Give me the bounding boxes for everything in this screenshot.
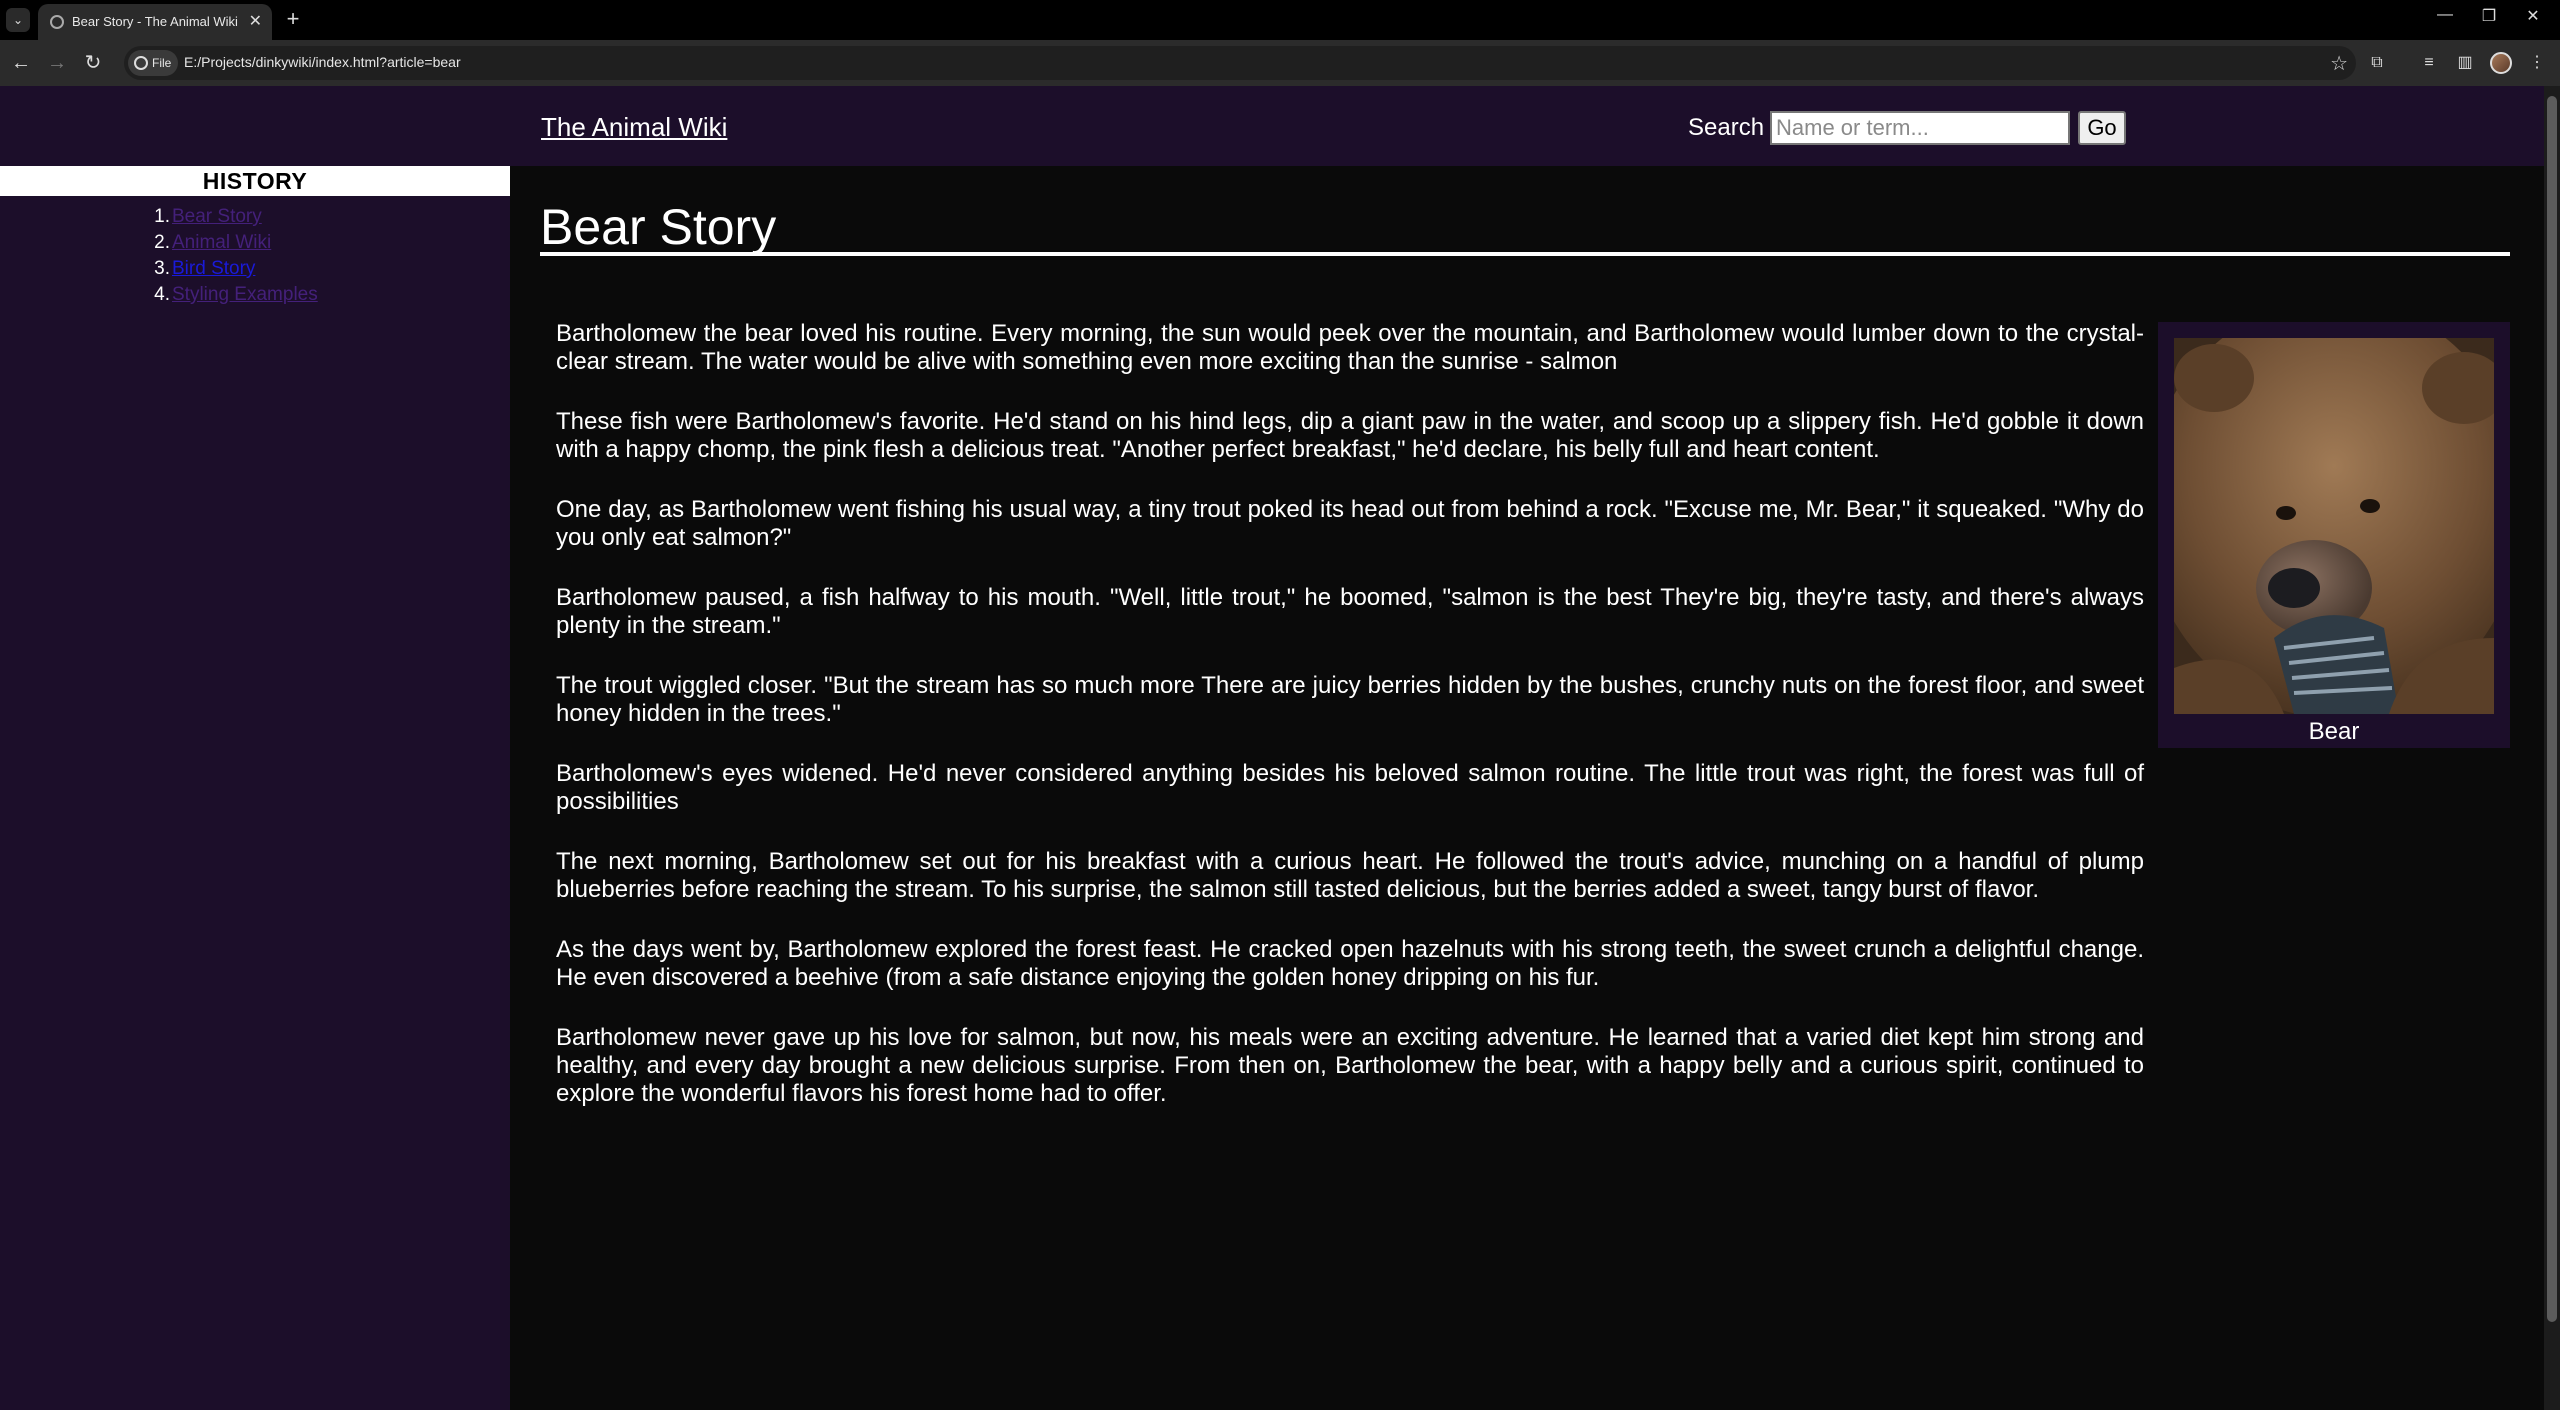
back-arrow-icon[interactable]: ← [8, 50, 34, 76]
article-figure: Bear [2158, 322, 2510, 748]
title-divider [540, 252, 2510, 256]
article-paragraph: These fish were Bartholomew's favorite. … [556, 408, 2144, 463]
url-text[interactable]: E:/Projects/dinkywiki/index.html?article… [184, 54, 461, 70]
article-paragraph: Bartholomew the bear loved his routine. … [556, 320, 2144, 375]
tab-title: Bear Story - The Animal Wiki [72, 14, 238, 29]
article-paragraph: Bartholomew never gave up his love for s… [556, 1024, 2144, 1107]
article-paragraph: Bartholomew's eyes widened. He'd never c… [556, 760, 2144, 815]
browser-tab-active[interactable]: Bear Story - The Animal Wiki ✕ [38, 4, 272, 40]
search-input[interactable] [1770, 111, 2070, 145]
globe-icon [50, 15, 64, 29]
tab-search-chevron-icon[interactable]: ⌄ [6, 8, 30, 32]
bookmark-star-icon[interactable]: ☆ [2330, 51, 2348, 76]
site-info-label: File [152, 56, 172, 70]
history-link-animal-wiki[interactable]: Animal Wiki [172, 232, 271, 253]
history-heading: HISTORY [0, 166, 510, 196]
info-icon [134, 56, 148, 70]
go-button[interactable]: Go [2078, 111, 2126, 145]
extensions-puzzle-icon[interactable]: ⧉ [2364, 50, 2390, 76]
history-item: 3. Bird Story [154, 258, 256, 279]
more-menu-icon[interactable]: ⋮ [2524, 50, 2550, 76]
tab-close-icon[interactable]: ✕ [249, 11, 262, 31]
history-item: 4. Styling Examples [154, 284, 318, 305]
article-body: Bartholomew the bear loved his routine. … [556, 320, 2144, 1140]
window-close-icon[interactable]: ✕ [2518, 6, 2548, 26]
restore-icon[interactable]: ❐ [2474, 6, 2504, 26]
figure-caption: Bear [2308, 718, 2360, 745]
reload-icon[interactable]: ↻ [80, 50, 106, 76]
site-title-link[interactable]: The Animal Wiki [541, 112, 727, 143]
media-queue-icon[interactable]: ≡ [2416, 50, 2442, 76]
browser-tab-strip: ⌄ Bear Story - The Animal Wiki ✕ + — ❐ ✕ [0, 0, 2560, 40]
page-scrollbar[interactable] [2544, 86, 2560, 1410]
article-paragraph: As the days went by, Bartholomew explore… [556, 936, 2144, 991]
article-paragraph: The trout wiggled closer. "But the strea… [556, 672, 2144, 727]
history-item: 1. Bear Story [154, 206, 262, 227]
history-link-bird-story[interactable]: Bird Story [172, 258, 255, 279]
bear-image [2174, 338, 2494, 714]
search-label: Search [1688, 114, 1765, 141]
history-link-styling-examples[interactable]: Styling Examples [172, 284, 318, 305]
minimize-icon[interactable]: — [2430, 6, 2460, 24]
article-paragraph: The next morning, Bartholomew set out fo… [556, 848, 2144, 903]
article-paragraph: One day, as Bartholomew went fishing his… [556, 496, 2144, 551]
scrollbar-thumb[interactable] [2547, 96, 2557, 1322]
forward-arrow-icon[interactable]: → [44, 50, 70, 76]
site-info-chip[interactable]: File [128, 50, 178, 76]
page-viewport: The Animal Wiki Search Go HISTORY 1.Bear… [0, 86, 2544, 1410]
address-bar[interactable]: File E:/Projects/dinkywiki/index.html?ar… [124, 46, 2356, 80]
new-tab-plus-icon[interactable]: + [280, 6, 306, 32]
profile-avatar-icon[interactable] [2490, 52, 2512, 74]
article-paragraph: Bartholomew paused, a fish halfway to hi… [556, 584, 2144, 639]
browser-toolbar: ← → ↻ File E:/Projects/dinkywiki/index.h… [0, 40, 2560, 86]
history-list: 1. Bear Story 2. Animal Wiki 3. Bird Story … [148, 206, 318, 310]
history-sidebar: HISTORY 1. Bear Story 2. Animal Wiki 3. Bir… [0, 166, 510, 1410]
article-title: Bear Story [540, 199, 777, 255]
history-link-bear-story[interactable]: Bear Story [172, 206, 262, 227]
site-header: The Animal Wiki Search Go [0, 86, 2544, 166]
history-item: 2. Animal Wiki [154, 232, 272, 253]
side-panel-icon[interactable]: ▥ [2452, 50, 2478, 76]
